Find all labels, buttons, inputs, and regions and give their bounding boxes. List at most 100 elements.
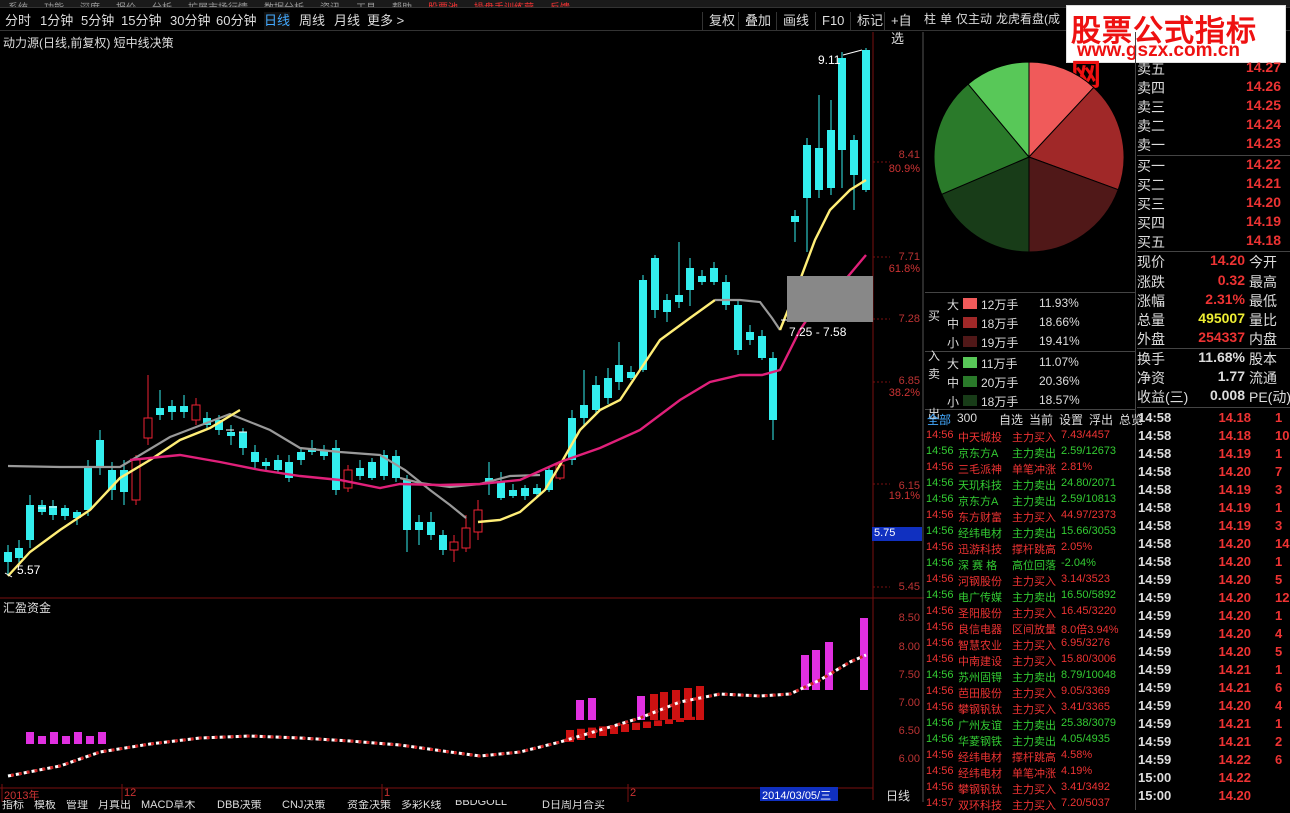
market-tab[interactable]: 浮出 bbox=[1089, 411, 1113, 428]
indicator-tab[interactable]: DBB决策 bbox=[217, 800, 262, 810]
market-tab[interactable]: 全部 bbox=[927, 411, 951, 428]
market-feed-row[interactable]: 14:56 中南建设 主力买入 15.80/3006 bbox=[925, 653, 1135, 669]
feed-time: 14:57 bbox=[926, 797, 954, 809]
menu-item[interactable]: 报价 bbox=[108, 4, 144, 8]
toolbar-button[interactable]: 叠加 bbox=[738, 12, 771, 30]
market-feed-row[interactable]: 14:56 经纬电材 撑杆跳高 4.58% bbox=[925, 749, 1135, 765]
candle-body-down bbox=[627, 372, 635, 378]
right-tab[interactable]: 仅主动 bbox=[956, 12, 992, 26]
right-tab[interactable]: 龙虎看盘(成 bbox=[996, 12, 1060, 26]
toolbar-button[interactable]: F10 bbox=[815, 12, 844, 30]
tick-row: 14:58 14.19 1 bbox=[1137, 446, 1290, 464]
tab-0[interactable]: 分时 bbox=[5, 12, 31, 30]
flow-volume: 18万手 bbox=[981, 317, 1019, 331]
market-feed-row[interactable]: 14:56 智慧农业 主力买入 6.95/3276 bbox=[925, 637, 1135, 653]
quote-label-2: 今开 bbox=[1249, 254, 1277, 270]
sell-level[interactable]: 卖四 14.26 bbox=[1137, 78, 1290, 97]
tick-price: 14.19 bbox=[1218, 518, 1251, 533]
toolbar-button[interactable]: 画线 bbox=[776, 12, 809, 30]
market-feed-row[interactable]: 14:56 经纬电材 单笔冲涨 4.19% bbox=[925, 765, 1135, 781]
market-feed-row[interactable]: 14:56 攀钢钒钛 主力买入 3.41/3365 bbox=[925, 701, 1135, 717]
tab-7[interactable]: 周线 bbox=[299, 12, 325, 30]
market-feed-row[interactable]: 14:56 河钢股份 主力买入 3.14/3523 bbox=[925, 573, 1135, 589]
toolbar-button[interactable]: +自选 bbox=[884, 12, 924, 46]
fund-bar bbox=[62, 736, 70, 744]
toolbar-button[interactable]: 复权 bbox=[702, 12, 735, 30]
tick-volume: 12 bbox=[1275, 590, 1290, 605]
buy-level[interactable]: 买一 14.22 bbox=[1137, 156, 1290, 175]
tab-3[interactable]: 15分钟 bbox=[121, 12, 161, 30]
menu-item[interactable]: 系统 bbox=[0, 4, 36, 8]
buy-level[interactable]: 买四 14.19 bbox=[1137, 213, 1290, 232]
market-feed-row[interactable]: 14:56 三毛派神 单笔冲涨 2.81% bbox=[925, 461, 1135, 477]
market-feed-row[interactable]: 14:56 迅游科技 撑杆跳高 2.05% bbox=[925, 541, 1135, 557]
market-feed-row[interactable]: 14:56 芭田股份 主力买入 9.05/3369 bbox=[925, 685, 1135, 701]
sell-level[interactable]: 卖二 14.24 bbox=[1137, 116, 1290, 135]
market-feed-row[interactable]: 14:56 经纬电材 主力卖出 15.66/3053 bbox=[925, 525, 1135, 541]
market-feed-row[interactable]: 14:56 广州友谊 主力卖出 25.38/3079 bbox=[925, 717, 1135, 733]
market-feed-row[interactable]: 14:56 东方财富 主力买入 44.97/2373 bbox=[925, 509, 1135, 525]
fund-bar bbox=[98, 732, 106, 744]
indicator-tab[interactable]: 多彩K线 bbox=[401, 800, 441, 810]
indicator-tab[interactable]: CNJ决策 bbox=[282, 800, 325, 810]
market-feed-row[interactable]: 14:56 圣阳股份 主力买入 16.45/3220 bbox=[925, 605, 1135, 621]
menu-item[interactable]: 扩展市场行情 bbox=[180, 4, 256, 8]
tab-4[interactable]: 30分钟 bbox=[170, 12, 210, 30]
market-feed-row[interactable]: 14:57 双环科技 主力买入 7.20/5037 bbox=[925, 797, 1135, 813]
toolbar-button[interactable]: 标记 bbox=[850, 12, 883, 30]
flow-percent: 18.57% bbox=[1039, 393, 1080, 407]
market-tab[interactable]: 设置 bbox=[1059, 411, 1083, 428]
tab-2[interactable]: 5分钟 bbox=[81, 12, 114, 30]
tab-6[interactable]: 日线 bbox=[264, 12, 291, 30]
quote-label: 总量 bbox=[1137, 312, 1165, 328]
market-feed-row[interactable]: 14:56 深 赛 格 高位回落 -2.04% bbox=[925, 557, 1135, 573]
menu-item[interactable]: 反馈 bbox=[542, 4, 578, 8]
menu-item[interactable]: 资讯 bbox=[312, 4, 348, 8]
market-feed-row[interactable]: 14:56 天玑科技 主力卖出 24.80/2071 bbox=[925, 477, 1135, 493]
right-tab[interactable]: 单 bbox=[940, 12, 952, 26]
buy-level[interactable]: 买二 14.21 bbox=[1137, 175, 1290, 194]
indicator-tab[interactable]: 资金决策 bbox=[347, 800, 391, 810]
menu-item[interactable]: 功能 bbox=[36, 4, 72, 8]
right-tab[interactable]: 柱 bbox=[924, 12, 936, 26]
high-price-label: 9.11 bbox=[818, 53, 841, 67]
market-feed-row[interactable]: 14:56 电广传媒 主力卖出 16.50/5892 bbox=[925, 589, 1135, 605]
market-feed-row[interactable]: 14:56 京东方A 主力卖出 2.59/12673 bbox=[925, 445, 1135, 461]
indicator-tab[interactable]: 管理 bbox=[66, 800, 88, 810]
market-tab[interactable]: 自选 bbox=[999, 411, 1023, 428]
menu-item[interactable]: 股票池 bbox=[420, 4, 466, 8]
level-label: 卖一 bbox=[1137, 137, 1165, 153]
market-tab[interactable]: 当前 bbox=[1029, 411, 1053, 428]
market-feed-row[interactable]: 14:56 京东方A 主力卖出 2.59/10813 bbox=[925, 493, 1135, 509]
market-feed-row[interactable]: 14:56 良信电器 区间放量 8.0倍3.94% bbox=[925, 621, 1135, 637]
indicator-tab[interactable]: D日周月合买 bbox=[542, 800, 605, 810]
tab-8[interactable]: 月线 bbox=[334, 12, 360, 30]
menu-item[interactable]: 分析 bbox=[144, 4, 180, 8]
menu-item[interactable]: 操盘手训练营 bbox=[466, 4, 542, 8]
menu-item[interactable]: 工具 bbox=[348, 4, 384, 8]
sell-level[interactable]: 卖五 14.27 bbox=[1137, 59, 1290, 78]
market-feed-row[interactable]: 14:56 苏州固锝 主力卖出 8.79/10048 bbox=[925, 669, 1135, 685]
feed-detail: 3.14/3523 bbox=[1061, 573, 1110, 585]
tick-row: 14:59 14.20 5 bbox=[1137, 644, 1290, 662]
market-feed-row[interactable]: 14:56 攀钢钒钛 主力买入 3.41/3492 bbox=[925, 781, 1135, 797]
indicator-tab[interactable]: MACD草木 bbox=[141, 800, 195, 810]
buy-level[interactable]: 买三 14.20 bbox=[1137, 194, 1290, 213]
quote-label-2: 流通 bbox=[1249, 370, 1277, 386]
feed-stock: 京东方A bbox=[958, 448, 999, 460]
market-feed-row[interactable]: 14:56 华菱钢铁 主力卖出 4.05/4935 bbox=[925, 733, 1135, 749]
sell-level[interactable]: 卖三 14.25 bbox=[1137, 97, 1290, 116]
indicator-tab[interactable]: 月真出 bbox=[98, 800, 131, 810]
market-tab[interactable]: 300 bbox=[957, 411, 977, 425]
menu-item[interactable]: 数据分析 bbox=[256, 4, 312, 8]
market-feed-row[interactable]: 14:56 中天城投 主力买入 7.43/4457 bbox=[925, 429, 1135, 445]
kline-chart[interactable] bbox=[0, 32, 924, 802]
sell-level[interactable]: 卖一 14.23 bbox=[1137, 135, 1290, 154]
tab-5[interactable]: 60分钟 bbox=[216, 12, 256, 30]
menu-item[interactable]: 深度 bbox=[72, 4, 108, 8]
buy-level[interactable]: 买五 14.18 bbox=[1137, 232, 1290, 251]
indicator-tab[interactable]: BBDGOLL bbox=[455, 800, 507, 808]
menu-item[interactable]: 帮助 bbox=[384, 4, 420, 8]
tab-9[interactable]: 更多 > bbox=[367, 12, 404, 30]
tab-1[interactable]: 1分钟 bbox=[40, 12, 73, 30]
